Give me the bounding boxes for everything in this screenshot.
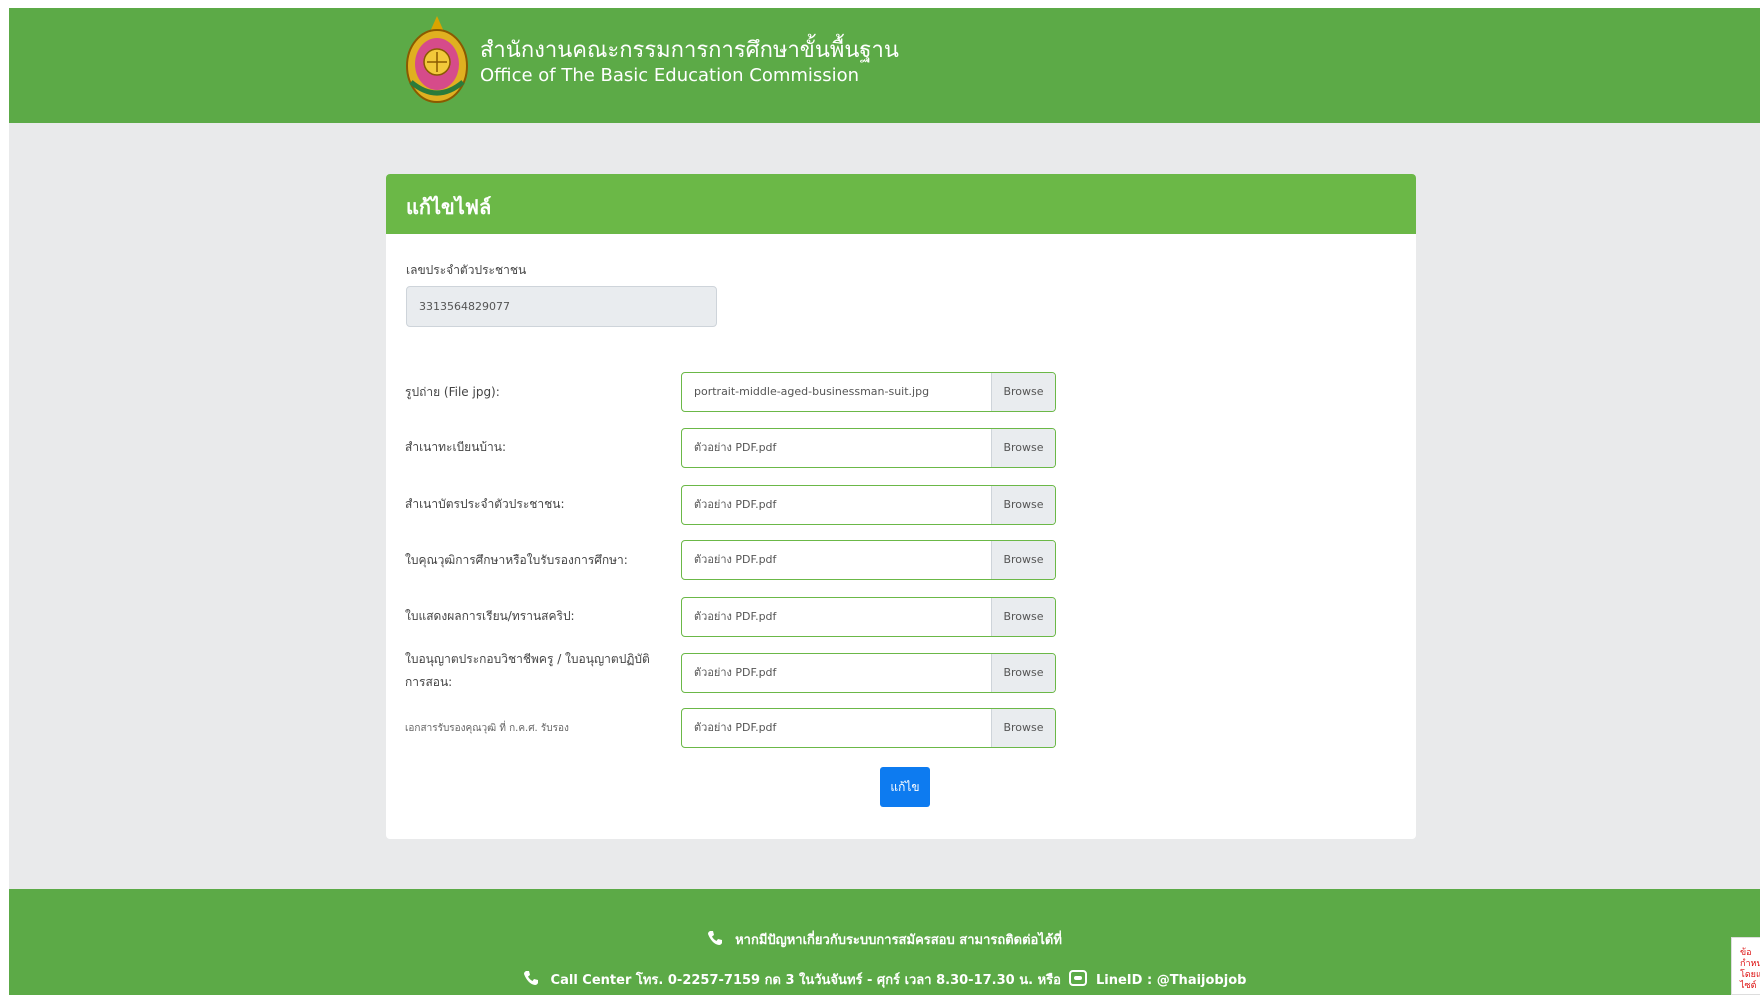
photo-label: รูปถ่าย (File jpg): (405, 385, 500, 399)
line-app-icon (1069, 970, 1088, 986)
obec-emblem-icon (406, 16, 468, 103)
teaching-license-browse-button[interactable]: Browse (991, 654, 1055, 692)
transcript-file-input[interactable]: ตัวอย่าง PDF.pdf Browse (681, 597, 1056, 637)
footer-contact-line: หากมีปัญหาเกี่ยวกับระบบการสมัครสอบ สามาร… (9, 929, 1760, 950)
photo-file-input[interactable]: portrait-middle-aged-businessman-suit.jp… (681, 372, 1056, 412)
photo-browse-button[interactable]: Browse (991, 373, 1055, 411)
house-registration-browse-button[interactable]: Browse (991, 429, 1055, 467)
transcript-file-name: ตัวอย่าง PDF.pdf (694, 610, 777, 623)
education-certificate-browse-button[interactable]: Browse (991, 541, 1055, 579)
site-title-thai: สำนักงานคณะกรรมการการศึกษาขั้นพื้นฐาน (480, 38, 899, 63)
house-registration-label: สำเนาทะเบียนบ้าน: (405, 440, 507, 454)
line-id-text[interactable]: LineID : @Thaijobjob (1096, 973, 1246, 988)
page-background: สำนักงานคณะกรรมการการศึกษาขั้นพื้นฐาน Of… (9, 8, 1760, 995)
citizen-id-label: เลขประจำตัวประชาชน (406, 263, 527, 277)
qualification-certification-file-input[interactable]: ตัวอย่าง PDF.pdf Browse (681, 708, 1056, 748)
phone-icon (708, 931, 723, 945)
footer-call-center-line: Call Center โทร. 0-2257-7159 กด 3 ในวันจ… (9, 969, 1760, 990)
qualification-certification-file-name: ตัวอย่าง PDF.pdf (694, 721, 777, 734)
citizen-id-field: 3313564829077 (406, 286, 717, 327)
site-footer: หากมีปัญหาเกี่ยวกับระบบการสมัครสอบ สามาร… (9, 889, 1760, 995)
house-registration-file-name: ตัวอย่าง PDF.pdf (694, 441, 777, 454)
transcript-label: ใบแสดงผลการเรียน/ทรานสคริป: (405, 609, 575, 623)
phone-icon (523, 971, 538, 985)
edit-file-card: แก้ไขไฟล์ เลขประจำตัวประชาชน 33135648290… (386, 174, 1416, 839)
card-header: แก้ไขไฟล์ (386, 174, 1416, 234)
education-certificate-file-name: ตัวอย่าง PDF.pdf (694, 553, 777, 566)
qualification-certification-label: เอกสารรับรองคุณวุฒิ ที่ ก.ค.ศ. รับรอง (405, 723, 569, 734)
teaching-license-file-name: ตัวอย่าง PDF.pdf (694, 666, 777, 679)
house-registration-file-input[interactable]: ตัวอย่าง PDF.pdf Browse (681, 428, 1056, 468)
card-title: แก้ไขไฟล์ (406, 195, 492, 219)
id-card-copy-file-name: ตัวอย่าง PDF.pdf (694, 498, 777, 511)
id-card-copy-label: สำเนาบัตรประจำตัวประชาชน: (405, 497, 565, 511)
teaching-license-label: ใบอนุญาตประกอบวิชาชีพครู / ใบอนุญาตปฏิบั… (405, 652, 650, 689)
site-title-english: Office of The Basic Education Commission (480, 65, 860, 86)
site-header: สำนักงานคณะกรรมการการศึกษาขั้นพื้นฐาน Of… (9, 8, 1760, 123)
education-certificate-file-input[interactable]: ตัวอย่าง PDF.pdf Browse (681, 540, 1056, 580)
terms-corner-badge[interactable]: ข้อกำหนด โดยแ ไซต์ (1731, 937, 1760, 995)
id-card-copy-browse-button[interactable]: Browse (991, 486, 1055, 524)
id-card-copy-file-input[interactable]: ตัวอย่าง PDF.pdf Browse (681, 485, 1056, 525)
education-certificate-label: ใบคุณวุฒิการศึกษาหรือใบรับรองการศึกษา: (405, 553, 628, 567)
submit-edit-button[interactable]: แก้ไข (880, 767, 930, 807)
teaching-license-file-input[interactable]: ตัวอย่าง PDF.pdf Browse (681, 653, 1056, 693)
qualification-certification-browse-button[interactable]: Browse (991, 709, 1055, 747)
photo-file-name: portrait-middle-aged-businessman-suit.jp… (694, 385, 930, 398)
call-center-text: Call Center โทร. 0-2257-7159 กด 3 ในวันจ… (550, 973, 1061, 988)
transcript-browse-button[interactable]: Browse (991, 598, 1055, 636)
footer-contact-text: หากมีปัญหาเกี่ยวกับระบบการสมัครสอบ สามาร… (735, 933, 1062, 948)
